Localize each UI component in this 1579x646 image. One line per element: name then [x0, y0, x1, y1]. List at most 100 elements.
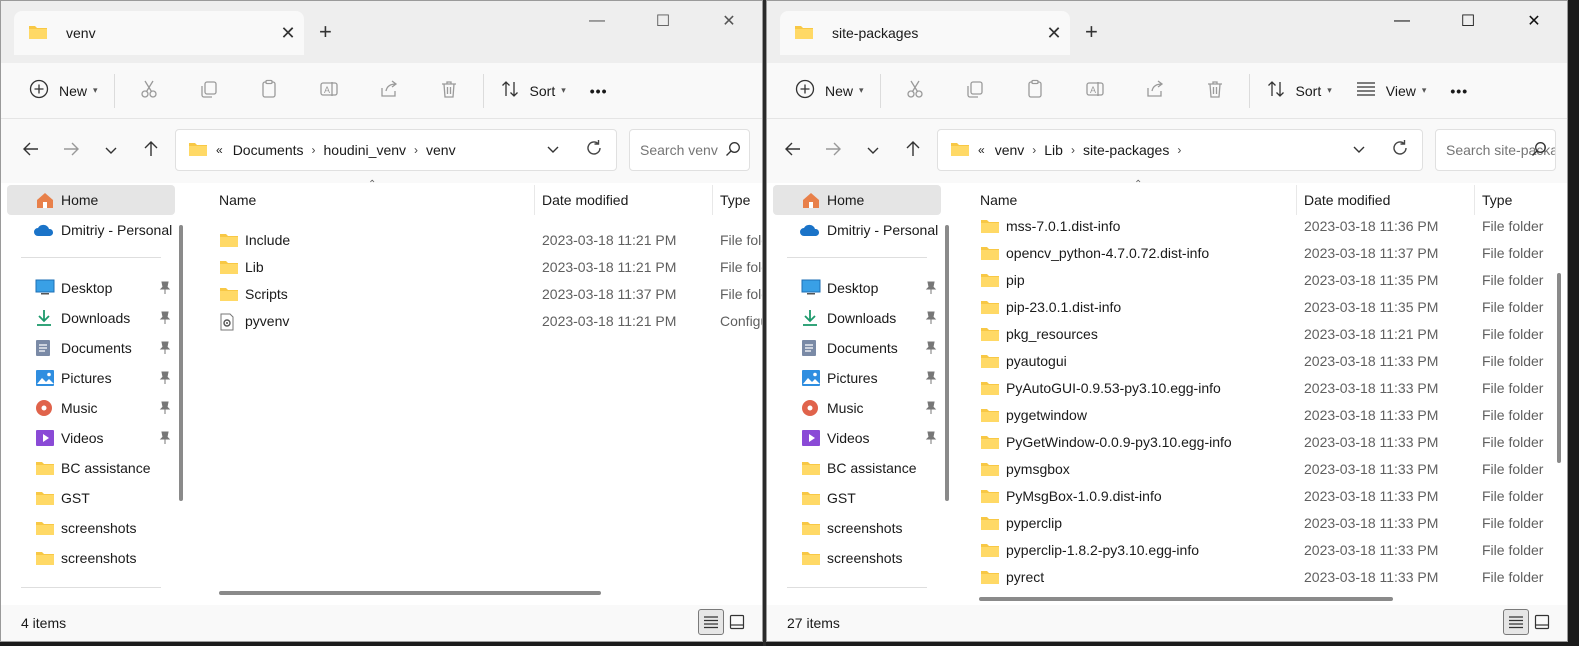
- sidebar-item-documents[interactable]: Documents: [773, 333, 941, 363]
- cut-button[interactable]: [885, 72, 945, 110]
- chevron-right-icon[interactable]: ›: [1071, 143, 1075, 157]
- back-button[interactable]: [773, 131, 813, 171]
- file-row[interactable]: pyperclip-1.8.2-py3.10.egg-info 2023-03-1…: [959, 537, 1567, 564]
- sidebar-item-videos[interactable]: Videos: [7, 423, 175, 453]
- pin-icon[interactable]: [159, 311, 171, 328]
- sidebar-item-onedrive[interactable]: Dmitriy - Personal: [773, 215, 941, 245]
- column-divider[interactable]: [712, 185, 713, 215]
- rename-button[interactable]: A: [299, 72, 359, 110]
- file-row[interactable]: pyrect 2023-03-18 11:33 PM File folder: [959, 564, 1567, 591]
- column-header-date[interactable]: Date modified: [542, 192, 628, 208]
- address-dropdown-icon[interactable]: [546, 142, 560, 159]
- breadcrumb-venv[interactable]: venv: [426, 142, 456, 158]
- copy-button[interactable]: [179, 72, 239, 110]
- address-field[interactable]: « venv › Lib › site-packages ›: [937, 129, 1423, 171]
- large-icons-view-button[interactable]: [724, 609, 750, 635]
- file-row[interactable]: pygetwindow 2023-03-18 11:33 PM File folde…: [959, 402, 1567, 429]
- column-divider[interactable]: [1474, 185, 1475, 215]
- close-window-icon[interactable]: ✕: [696, 7, 762, 35]
- sidebar-scrollbar[interactable]: [179, 225, 183, 501]
- title-bar[interactable]: venv ✕ + — ☐ ✕: [1, 1, 762, 63]
- search-icon[interactable]: [725, 141, 741, 160]
- delete-button[interactable]: [419, 72, 479, 110]
- sort-button[interactable]: Sort ▾: [1254, 72, 1344, 110]
- copy-button[interactable]: [945, 72, 1005, 110]
- back-button[interactable]: [11, 131, 51, 171]
- new-button[interactable]: New ▾: [17, 72, 110, 110]
- pin-icon[interactable]: [925, 431, 937, 448]
- share-button[interactable]: [1125, 72, 1185, 110]
- details-view-button[interactable]: [1503, 609, 1529, 635]
- share-button[interactable]: [359, 72, 419, 110]
- details-view-button[interactable]: [698, 609, 724, 635]
- paste-button[interactable]: [1005, 72, 1065, 110]
- sidebar-item-folder[interactable]: screenshots: [773, 543, 941, 573]
- pin-icon[interactable]: [159, 341, 171, 358]
- pin-icon[interactable]: [159, 431, 171, 448]
- minimize-icon[interactable]: —: [564, 7, 630, 35]
- refresh-icon[interactable]: [1390, 138, 1410, 163]
- sidebar-item-folder[interactable]: screenshots: [773, 513, 941, 543]
- more-options-button[interactable]: •••: [1438, 72, 1480, 110]
- breadcrumb-documents[interactable]: Documents: [233, 142, 304, 158]
- search-box[interactable]: [629, 129, 750, 171]
- sidebar-item-home[interactable]: Home: [773, 185, 941, 215]
- forward-button[interactable]: [51, 131, 91, 171]
- file-row[interactable]: opencv_python-4.7.0.72.dist-info 2023-03-…: [959, 240, 1567, 267]
- maximize-icon[interactable]: ☐: [630, 7, 696, 35]
- sidebar-item-folder[interactable]: BC assistance: [773, 453, 941, 483]
- pin-icon[interactable]: [159, 401, 171, 418]
- search-box[interactable]: [1435, 129, 1556, 171]
- column-divider[interactable]: [1296, 185, 1297, 215]
- file-row[interactable]: pyvenv 2023-03-18 11:21 PM Configuration s…: [193, 308, 762, 335]
- view-button[interactable]: View ▾: [1344, 72, 1439, 110]
- column-header-type[interactable]: Type: [720, 192, 750, 208]
- file-row[interactable]: pip-23.0.1.dist-info 2023-03-18 11:35 PM F…: [959, 294, 1567, 321]
- pin-icon[interactable]: [925, 281, 937, 298]
- breadcrumb-site-packages[interactable]: site-packages: [1083, 142, 1169, 158]
- new-tab-button[interactable]: +: [319, 19, 332, 45]
- sidebar-item-videos[interactable]: Videos: [773, 423, 941, 453]
- chevron-right-icon[interactable]: ›: [1032, 143, 1036, 157]
- sidebar-item-home[interactable]: Home: [7, 185, 175, 215]
- file-row[interactable]: Scripts 2023-03-18 11:37 PM File folder: [193, 281, 762, 308]
- sidebar-item-desktop[interactable]: Desktop: [7, 273, 175, 303]
- horizontal-scrollbar[interactable]: [979, 597, 1393, 601]
- minimize-icon[interactable]: —: [1369, 7, 1435, 35]
- chevron-right-icon[interactable]: ›: [312, 143, 316, 157]
- sidebar-item-desktop[interactable]: Desktop: [773, 273, 941, 303]
- file-row[interactable]: pip 2023-03-18 11:35 PM File folder: [959, 267, 1567, 294]
- file-row[interactable]: mss-7.0.1.dist-info 2023-03-18 11:36 PM Fi…: [959, 213, 1567, 240]
- cut-button[interactable]: [119, 72, 179, 110]
- file-row[interactable]: PyGetWindow-0.0.9-py3.10.egg-info 2023-03…: [959, 429, 1567, 456]
- breadcrumb-houdini-venv[interactable]: houdini_venv: [324, 142, 407, 158]
- rename-button[interactable]: A: [1065, 72, 1125, 110]
- file-row[interactable]: PyMsgBox-1.0.9.dist-info 2023-03-18 11:33…: [959, 483, 1567, 510]
- pin-icon[interactable]: [925, 401, 937, 418]
- overflow-crumb[interactable]: «: [978, 143, 985, 157]
- sidebar-item-folder[interactable]: GST: [773, 483, 941, 513]
- sidebar-item-folder[interactable]: GST: [7, 483, 175, 513]
- sidebar-item-music[interactable]: Music: [773, 393, 941, 423]
- sidebar-item-pictures[interactable]: Pictures: [7, 363, 175, 393]
- sort-button[interactable]: Sort ▾: [488, 72, 578, 110]
- new-button[interactable]: New ▾: [783, 72, 876, 110]
- horizontal-scrollbar[interactable]: [219, 591, 601, 595]
- file-row[interactable]: pyautogui 2023-03-18 11:33 PM File folder: [959, 348, 1567, 375]
- address-dropdown-icon[interactable]: [1352, 142, 1366, 159]
- sidebar-item-folder[interactable]: BC assistance: [7, 453, 175, 483]
- forward-button[interactable]: [813, 131, 853, 171]
- file-row[interactable]: PyAutoGUI-0.9.53-py3.10.egg-info 2023-03-…: [959, 375, 1567, 402]
- large-icons-view-button[interactable]: [1529, 609, 1555, 635]
- sidebar-item-pictures[interactable]: Pictures: [773, 363, 941, 393]
- pin-icon[interactable]: [925, 371, 937, 388]
- column-header-type[interactable]: Type: [1482, 192, 1512, 208]
- refresh-icon[interactable]: [584, 138, 604, 163]
- up-button[interactable]: [131, 131, 171, 171]
- file-row[interactable]: pkg_resources 2023-03-18 11:21 PM File fol…: [959, 321, 1567, 348]
- maximize-icon[interactable]: ☐: [1435, 7, 1501, 35]
- address-field[interactable]: « Documents › houdini_venv › venv: [175, 129, 617, 171]
- sidebar-item-documents[interactable]: Documents: [7, 333, 175, 363]
- chevron-right-icon[interactable]: ›: [414, 143, 418, 157]
- tab-venv[interactable]: venv ✕: [14, 11, 304, 55]
